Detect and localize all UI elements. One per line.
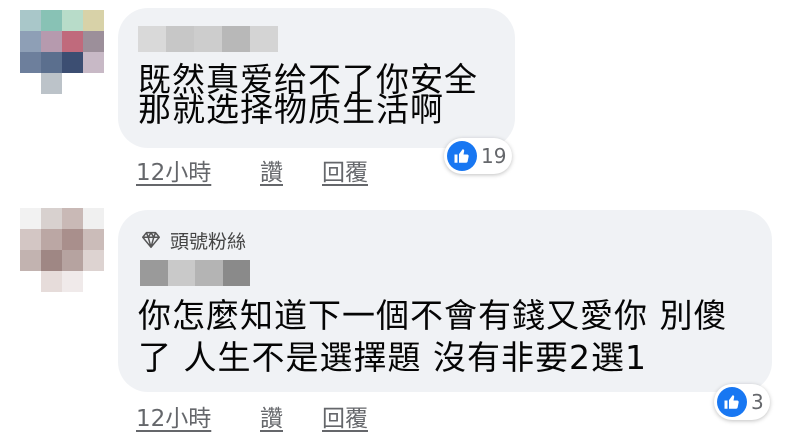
reaction-summary[interactable]: 19: [444, 138, 513, 174]
comment-bubble: 既然真爱给不了你安全 那就选择物质生活啊: [118, 8, 515, 148]
comment-actions: 12小時 讚 回覆: [136, 153, 368, 187]
like-thumbs-up-icon: [717, 387, 747, 417]
like-thumbs-up-icon: [447, 141, 477, 171]
avatar-blurred[interactable]: [20, 10, 104, 94]
reply-button[interactable]: 回覆: [322, 153, 368, 187]
commenter-name-blurred[interactable]: [138, 26, 278, 52]
comment-text-line: 你怎麼知道下一個不會有錢又愛你 別傻: [138, 296, 728, 335]
comment-text-line: 了 人生不是選擇題 沒有非要2選1: [138, 338, 647, 377]
reaction-count: 3: [751, 390, 764, 414]
comment-bubble: 頭號粉絲 你怎麼知道下一個不會有錢又愛你 別傻 了 人生不是選擇題 沒有非要2選…: [118, 210, 772, 392]
badge-label: 頭號粉絲: [170, 230, 247, 253]
avatar-blurred[interactable]: [20, 208, 104, 292]
comment-text-line: 那就选择物质生活啊: [138, 90, 444, 129]
reply-button[interactable]: 回覆: [322, 399, 368, 433]
diamond-icon: [142, 231, 160, 249]
timestamp-link[interactable]: 12小時: [136, 399, 260, 433]
timestamp-link[interactable]: 12小時: [136, 153, 260, 187]
commenter-name-blurred[interactable]: [140, 260, 250, 286]
like-button[interactable]: 讚: [260, 153, 322, 187]
top-fan-badge[interactable]: 頭號粉絲: [140, 228, 247, 253]
reaction-count: 19: [481, 144, 507, 168]
like-button[interactable]: 讚: [260, 399, 322, 433]
comment-actions: 12小時 讚 回覆: [136, 399, 368, 433]
reaction-summary[interactable]: 3: [714, 384, 770, 420]
